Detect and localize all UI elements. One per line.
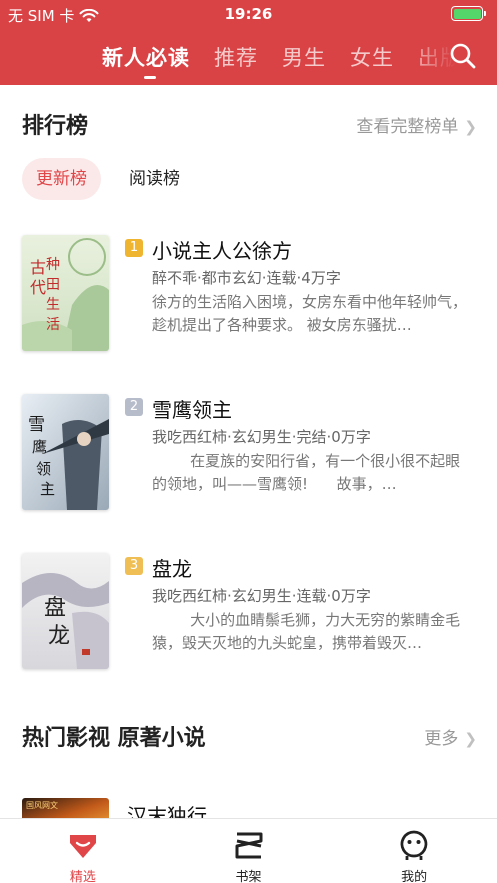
svg-text:代: 代: [30, 278, 46, 297]
book-meta: 我吃西红柿·玄幻男生·连载·0万字: [152, 587, 371, 605]
svg-text:古: 古: [30, 258, 46, 277]
bookshelf-icon: [235, 832, 262, 859]
profile-face-icon: [400, 830, 428, 860]
rank-badge: 2: [125, 398, 143, 416]
view-full-ranking-label: 查看完整榜单: [356, 117, 459, 137]
book-description: 在夏族的安阳行省，有一个很小很不起眼的领地，叫——雪鹰领! 故事，…: [152, 452, 461, 493]
svg-text:种: 种: [46, 257, 60, 273]
status-bar: 无 SIM 卡 19:26: [0, 0, 497, 30]
battery-icon: [451, 6, 486, 21]
book-cover-art: 古 种 代 田 生 活: [22, 235, 109, 351]
book-cover-art: 雪 鹰 领 主: [22, 394, 109, 510]
ranking-tab-update[interactable]: 更新榜: [22, 158, 101, 200]
tab-recommend[interactable]: 推荐: [214, 42, 258, 72]
rank-badge: 1: [125, 239, 143, 257]
ranking-tab-reading[interactable]: 阅读榜: [115, 158, 194, 200]
chevron-right-icon: ❯: [464, 118, 477, 136]
ranking-book-item[interactable]: 古 种 代 田 生 活 1 小说主人公徐方 醉不乖·都市玄幻·连载·4万字 徐方…: [22, 235, 477, 353]
svg-text:盘: 盘: [44, 596, 66, 621]
tab-female[interactable]: 女生: [350, 42, 394, 72]
nav-bookshelf-label: 书架: [235, 870, 262, 883]
rank-badge: 3: [125, 557, 143, 575]
cover-tag: 国风网文: [26, 801, 58, 810]
film-section-header: 热门影视 原著小说 更多 ❯: [22, 720, 477, 751]
svg-text:主: 主: [40, 480, 55, 498]
tab-male[interactable]: 男生: [282, 42, 326, 72]
ranking-title: 排行榜: [22, 114, 89, 139]
book-title[interactable]: 盘龙: [152, 553, 192, 582]
view-full-ranking-link[interactable]: 查看完整榜单 ❯: [356, 112, 477, 137]
book-meta: 醉不乖·都市玄幻·连载·4万字: [152, 269, 341, 287]
book-cover[interactable]: 盘 龙: [22, 553, 109, 669]
tab-newcomer-must-read[interactable]: 新人必读: [102, 42, 190, 79]
ranking-section-header: 排行榜 查看完整榜单 ❯: [22, 108, 477, 139]
book-title[interactable]: 小说主人公徐方: [152, 235, 292, 264]
book-title[interactable]: 雪鹰领主: [152, 394, 232, 423]
book-description: 徐方的生活陷入困境，女房东看中他年轻帅气，趁机提出了各种要求。 被女房东骚扰…: [152, 293, 467, 334]
svg-text:雪: 雪: [28, 415, 45, 435]
category-tab-bar: 新人必读 推荐 男生 女生 出版: [0, 30, 497, 85]
svg-text:田: 田: [46, 277, 60, 293]
book-cover-art: 盘 龙: [22, 553, 109, 669]
svg-text:鹰: 鹰: [32, 438, 47, 456]
film-more-label: 更多: [424, 729, 459, 749]
svg-text:龙: 龙: [48, 624, 70, 649]
search-icon[interactable]: [449, 42, 477, 70]
bottom-navigation: 精选 书架 我的: [0, 818, 497, 883]
film-more-link[interactable]: 更多 ❯: [424, 724, 477, 749]
ranking-book-item[interactable]: 盘 龙 3 盘龙 我吃西红柿·玄幻男生·连载·0万字 大小的血睛鬃毛狮，力大无穷…: [22, 553, 477, 671]
chevron-right-icon: ❯: [464, 730, 477, 748]
top-header: 无 SIM 卡 19:26 新人必读 推荐 男生 女生 出版: [0, 0, 497, 85]
nav-mine[interactable]: 我的: [331, 819, 497, 883]
nav-featured-label: 精选: [69, 870, 96, 883]
featured-gem-icon: [69, 835, 96, 858]
svg-text:生: 生: [46, 297, 60, 313]
book-cover[interactable]: 古 种 代 田 生 活: [22, 235, 109, 351]
nav-mine-label: 我的: [401, 870, 428, 883]
book-description: 大小的血睛鬃毛狮，力大无穷的紫睛金毛猿，毁天灭地的九头蛇皇，携带着毁灭…: [152, 611, 461, 652]
svg-text:领: 领: [36, 460, 51, 478]
nav-featured[interactable]: 精选: [0, 819, 166, 883]
film-section-title: 热门影视 原著小说: [22, 726, 206, 751]
ranking-tabs: 更新榜 阅读榜: [22, 158, 194, 200]
book-meta: 我吃西红柿·玄幻男生·完结·0万字: [152, 428, 371, 446]
book-cover[interactable]: 雪 鹰 领 主: [22, 394, 109, 510]
svg-text:活: 活: [46, 317, 60, 333]
ranking-book-item[interactable]: 雪 鹰 领 主 2 雪鹰领主 我吃西红柿·玄幻男生·完结·0万字 在夏族的安阳行…: [22, 394, 477, 512]
nav-bookshelf[interactable]: 书架: [166, 819, 332, 883]
status-time: 19:26: [224, 5, 273, 23]
battery-level: [453, 8, 481, 19]
